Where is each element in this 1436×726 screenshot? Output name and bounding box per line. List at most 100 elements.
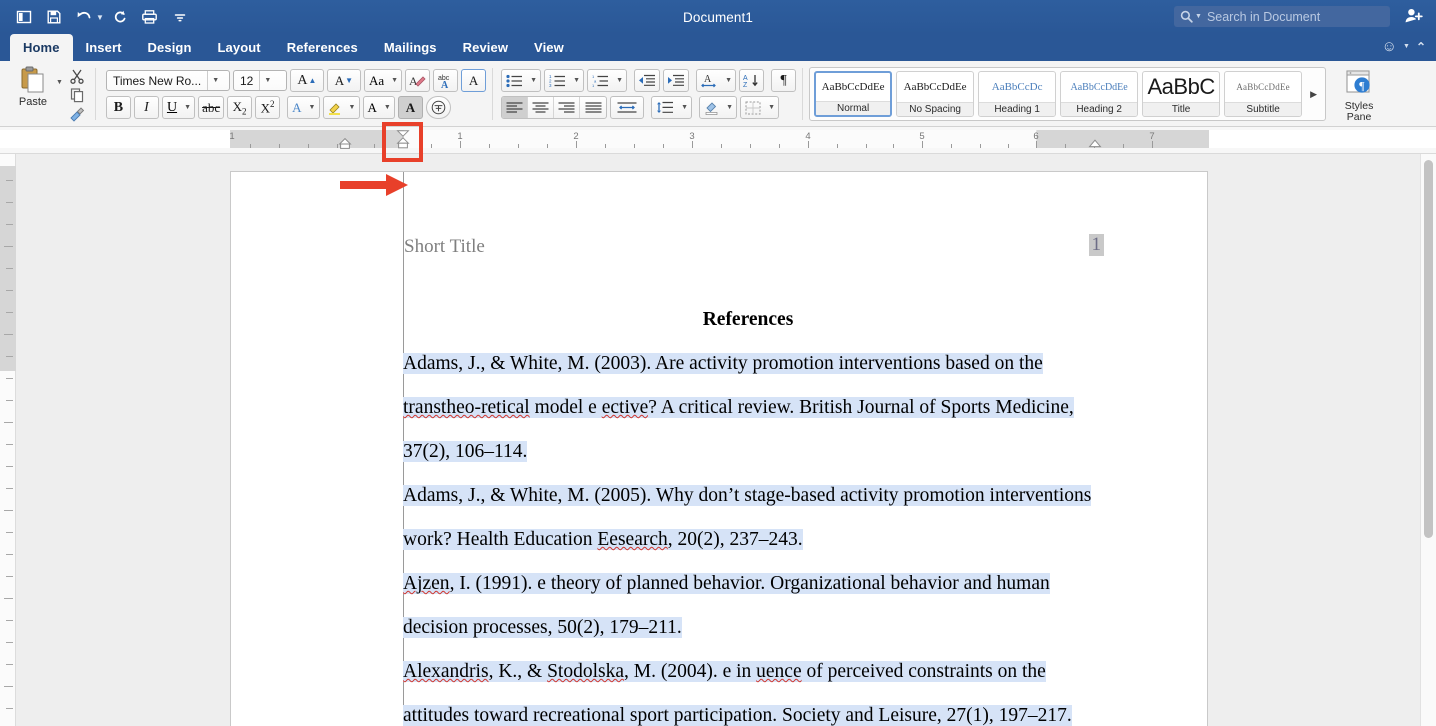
multilevel-split[interactable]: 1a1 ▼ <box>587 69 628 92</box>
cut-icon[interactable] <box>67 67 87 85</box>
reference-entry[interactable]: Adams, J., & White, M. (2005). Why don’t… <box>403 474 1093 562</box>
line-spacing-split[interactable]: ▼ <box>651 96 693 119</box>
justify-icon[interactable] <box>580 97 606 118</box>
shrink-font-button[interactable]: A ▼ <box>326 69 361 92</box>
increase-indent-icon[interactable] <box>663 69 690 92</box>
document-canvas[interactable]: Short Title 1 References Adams, J., & Wh… <box>16 154 1420 726</box>
sidebar-toggle-icon[interactable] <box>10 4 38 30</box>
change-case-caret[interactable]: ▼ <box>388 70 401 91</box>
change-case-split[interactable]: Aa ▼ <box>363 69 403 92</box>
search-box[interactable]: ▼ <box>1174 6 1390 27</box>
misspelled-word[interactable]: uence <box>756 661 802 682</box>
document-page[interactable]: Short Title 1 References Adams, J., & Wh… <box>230 171 1208 726</box>
font-name-combo[interactable]: Times New Ro... ▼ <box>105 70 230 91</box>
smiley-dropdown-caret[interactable]: ▼ <box>1403 43 1410 50</box>
misspelled-word[interactable]: Alexandris <box>403 661 489 682</box>
font-color-split[interactable]: A ▼ <box>362 96 395 119</box>
clear-formatting-icon[interactable]: A <box>405 69 431 92</box>
subscript-button[interactable]: X2 <box>227 96 253 119</box>
redo-icon[interactable] <box>106 4 134 30</box>
paragraph-shading-split[interactable]: ▼ <box>699 96 738 119</box>
misspelled-word[interactable]: Eesearch <box>597 529 668 550</box>
format-painter-icon[interactable] <box>67 105 87 123</box>
customize-qat-icon[interactable] <box>166 4 194 30</box>
tab-references[interactable]: References <box>274 34 371 61</box>
show-formatting-marks-button[interactable]: ¶ <box>771 69 797 92</box>
style-no-spacing[interactable]: AaBbCcDdEe No Spacing <box>896 71 975 117</box>
print-icon[interactable] <box>136 4 164 30</box>
style-heading-1[interactable]: AaBbCcDc Heading 1 <box>978 71 1057 117</box>
text-effects-icon[interactable]: A <box>461 69 487 92</box>
undo-icon[interactable] <box>70 4 98 30</box>
styles-pane-button[interactable]: ¶ Styles Pane <box>1330 66 1388 123</box>
bold-button[interactable]: B <box>105 96 131 119</box>
undo-dropdown-caret[interactable]: ▼ <box>96 13 104 22</box>
bullets-split[interactable]: ▼ <box>501 69 542 92</box>
numbering-split[interactable]: 123 ▼ <box>544 69 585 92</box>
vertical-scrollbar[interactable] <box>1420 154 1436 726</box>
tab-view[interactable]: View <box>521 34 577 61</box>
style-normal[interactable]: AaBbCcDdEe Normal <box>814 71 893 117</box>
misspelled-word[interactable]: transtheo-retical <box>403 397 530 418</box>
style-title[interactable]: AaBbC Title <box>1142 71 1221 117</box>
styles-gallery[interactable]: AaBbCcDdEe Normal AaBbCcDdEe No Spacing … <box>809 67 1327 121</box>
right-indent-marker[interactable] <box>1088 139 1102 149</box>
vertical-ruler[interactable] <box>0 154 16 726</box>
line-spacing-caret[interactable]: ▼ <box>678 97 691 118</box>
search-input[interactable] <box>1206 9 1384 24</box>
smiley-face-icon[interactable]: ☺ <box>1382 39 1397 54</box>
paste-dropdown-caret[interactable]: ▼ <box>56 79 63 86</box>
font-name-caret[interactable]: ▼ <box>207 71 223 90</box>
align-left-icon[interactable] <box>502 97 529 118</box>
multilevel-caret[interactable]: ▼ <box>613 70 626 91</box>
share-person-icon[interactable] <box>1404 7 1424 25</box>
text-direction-caret[interactable]: ▼ <box>722 70 735 91</box>
paragraph-shading-caret[interactable]: ▼ <box>723 97 736 118</box>
grow-font-button[interactable]: A ▲ <box>289 69 324 92</box>
underline-split[interactable]: U ▼ <box>161 96 196 119</box>
misspelled-word[interactable]: Stodolska <box>547 661 624 682</box>
align-right-icon[interactable] <box>554 97 581 118</box>
tab-design[interactable]: Design <box>135 34 205 61</box>
styles-gallery-more-arrow-icon[interactable]: ▶ <box>1304 89 1323 100</box>
distribute-icon[interactable] <box>610 96 645 119</box>
borders-caret[interactable]: ▼ <box>765 97 778 118</box>
character-shading-button[interactable]: A <box>397 96 423 119</box>
search-dropdown-caret[interactable]: ▼ <box>1195 13 1202 20</box>
borders-split[interactable]: ▼ <box>740 96 780 119</box>
abc-spelling-icon[interactable]: abc A <box>433 69 459 92</box>
tab-layout[interactable]: Layout <box>205 34 274 61</box>
reference-entry[interactable]: Ajzen, I. (1991). e theory of planned be… <box>403 562 1093 650</box>
save-icon[interactable] <box>40 4 68 30</box>
copy-icon[interactable] <box>67 86 87 104</box>
chevron-up-icon[interactable]: ⌃ <box>1416 40 1426 54</box>
alignment-segment[interactable] <box>501 96 608 119</box>
phonetic-guide-icon[interactable] <box>425 96 451 119</box>
vertical-scrollbar-thumb[interactable] <box>1424 160 1433 538</box>
tab-review[interactable]: Review <box>450 34 521 61</box>
hanging-indent-marker[interactable] <box>338 138 352 149</box>
sort-az-icon[interactable]: AZ <box>739 69 765 92</box>
highlight-split[interactable]: ▼ <box>322 96 360 119</box>
style-subtitle[interactable]: AaBbCcDdEe Subtitle <box>1224 71 1303 117</box>
text-effects-caret[interactable]: ▼ <box>306 97 319 118</box>
align-center-icon[interactable] <box>528 97 555 118</box>
bullets-caret[interactable]: ▼ <box>527 70 540 91</box>
numbering-caret[interactable]: ▼ <box>570 70 583 91</box>
highlight-caret[interactable]: ▼ <box>346 97 359 118</box>
font-size-combo[interactable]: 12 ▼ <box>232 70 287 91</box>
tab-home[interactable]: Home <box>10 34 73 61</box>
strikethrough-button[interactable]: abc <box>198 96 225 119</box>
font-size-caret[interactable]: ▼ <box>259 71 275 90</box>
tab-insert[interactable]: Insert <box>73 34 135 61</box>
misspelled-word[interactable]: Ajzen <box>403 573 450 594</box>
ruler-track[interactable]: 1 1 2 3 4 5 6 7 <box>0 130 1436 149</box>
misspelled-word[interactable]: ective <box>601 397 649 418</box>
decrease-indent-icon[interactable] <box>634 69 661 92</box>
page-number-field[interactable]: 1 <box>1088 234 1104 256</box>
paste-button[interactable]: Paste <box>12 65 54 108</box>
tab-mailings[interactable]: Mailings <box>371 34 450 61</box>
reference-entry[interactable]: Adams, J., & White, M. (2003). Are activ… <box>403 342 1093 474</box>
reference-entry[interactable]: Alexandris, K., & Stodolska, M. (2004). … <box>403 650 1093 726</box>
underline-caret[interactable]: ▼ <box>181 97 194 118</box>
